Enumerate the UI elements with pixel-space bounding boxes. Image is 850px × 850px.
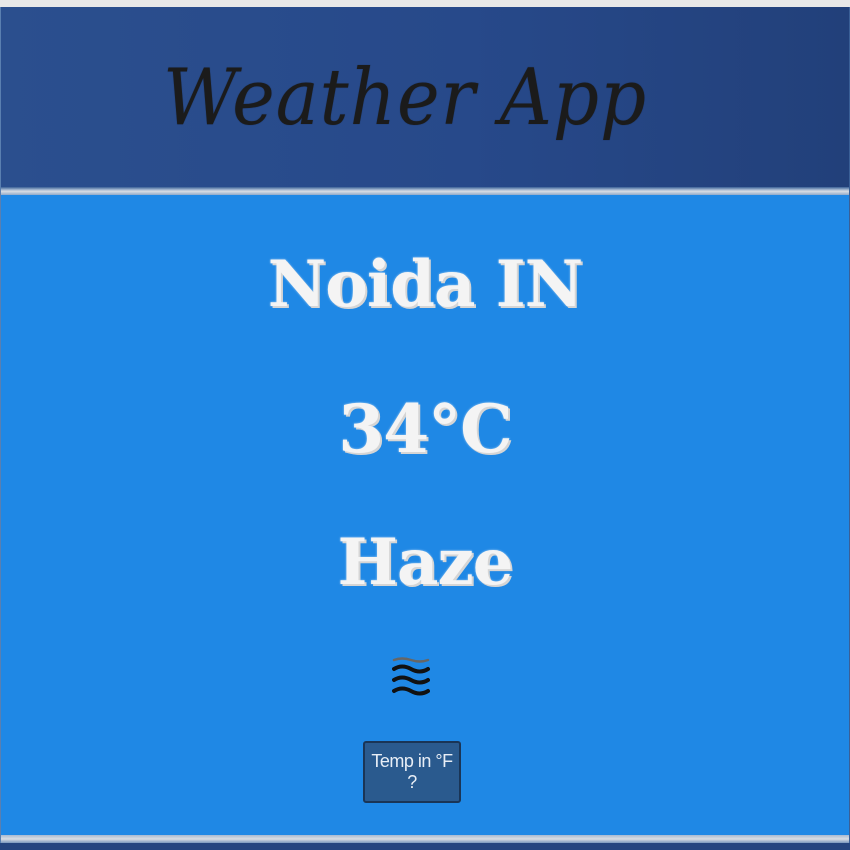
haze-wave-2	[392, 675, 430, 685]
temperature-value: 34°C	[338, 390, 512, 468]
app-header: Weather App	[0, 7, 850, 187]
weather-panel: Noida IN 34°C Haze Temp in °F ?	[0, 195, 850, 835]
city-name: Noida IN	[267, 247, 583, 322]
app-title: Weather App	[162, 51, 648, 143]
haze-waves-icon	[392, 657, 430, 696]
weather-app: Weather App Noida IN 34°C Haze Temp in °…	[0, 0, 850, 850]
header-divider	[0, 187, 850, 195]
weather-description: Haze	[337, 525, 514, 600]
top-edge	[0, 0, 850, 7]
app-footer	[0, 843, 850, 850]
temperature-unit-toggle-button[interactable]: Temp in °F ?	[363, 741, 461, 803]
footer-divider	[0, 835, 850, 843]
haze-wave-1	[392, 664, 430, 674]
haze-wave-3	[392, 686, 430, 696]
haze-wave-top-gray	[392, 657, 430, 663]
left-border	[0, 7, 1, 843]
